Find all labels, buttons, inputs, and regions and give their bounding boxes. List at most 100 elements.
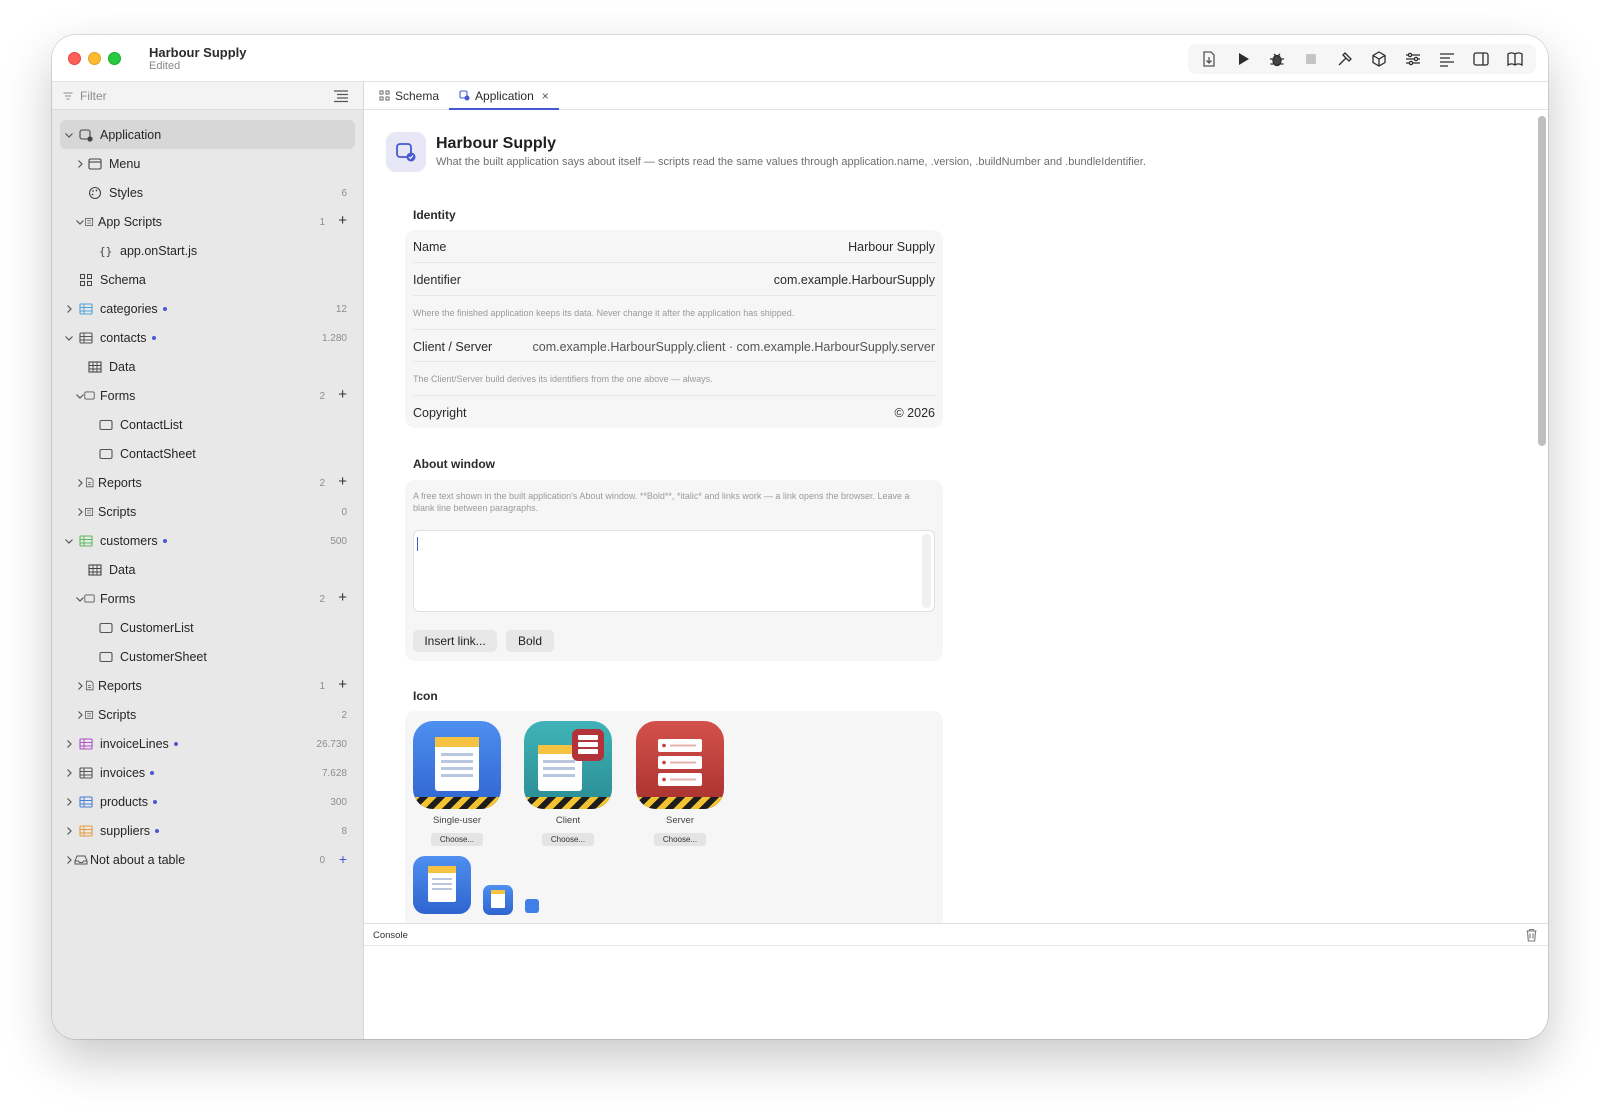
sidebar-item-data[interactable]: Data xyxy=(52,352,363,381)
package-button[interactable] xyxy=(1362,44,1396,74)
name-value[interactable]: Harbour Supply xyxy=(848,240,935,254)
chevron-down-icon[interactable] xyxy=(64,130,74,140)
sidebar-item-styles[interactable]: Styles 6 xyxy=(52,178,363,207)
chevron-down-icon[interactable] xyxy=(64,333,74,343)
insert-link-button[interactable]: Insert link... xyxy=(413,630,497,652)
sidebar-item-contacts[interactable]: contacts 1.280 xyxy=(52,323,363,352)
copyright-value[interactable]: © 2026 xyxy=(895,406,936,420)
add-button[interactable]: + xyxy=(339,852,347,866)
chevron-right-icon[interactable] xyxy=(64,304,74,314)
documentation-button[interactable] xyxy=(1498,44,1532,74)
debug-button[interactable] xyxy=(1260,44,1294,74)
icon-heading: Icon xyxy=(413,689,438,703)
single-user-choose-button[interactable]: Choose... xyxy=(431,833,483,846)
server-icon[interactable] xyxy=(636,721,724,809)
add-button[interactable]: + xyxy=(338,590,347,605)
sidebar-item-customers[interactable]: customers 500 xyxy=(52,526,363,555)
sidebar-item-scripts[interactable]: Scripts 0 xyxy=(52,497,363,526)
about-text-area[interactable] xyxy=(413,530,935,612)
sidebar-item-invoicelines[interactable]: invoiceLines 26.730 xyxy=(52,729,363,758)
add-button[interactable]: + xyxy=(338,677,347,692)
sidebar-item-customersheet[interactable]: CustomerSheet xyxy=(52,642,363,671)
chevron-right-icon[interactable] xyxy=(64,855,74,865)
chevron-right-icon[interactable] xyxy=(64,797,74,807)
sidebar-item-label: invoiceLines xyxy=(100,737,169,751)
sidebar-item-label-wrap: products xyxy=(100,795,157,809)
item-count: 2 xyxy=(319,594,325,605)
sidebar-item-app-onstart-js[interactable]: {} app.onStart.js xyxy=(52,236,363,265)
add-button[interactable]: + xyxy=(338,474,347,489)
sidebar-item-customerlist[interactable]: CustomerList xyxy=(52,613,363,642)
sidebar-item-suppliers[interactable]: suppliers 8 xyxy=(52,816,363,845)
format-button[interactable] xyxy=(1430,44,1464,74)
filter-options-icon[interactable] xyxy=(333,89,349,103)
sidebar-toggle-button[interactable] xyxy=(1464,44,1498,74)
identifier-value[interactable]: com.example.HarbourSupply xyxy=(774,273,935,287)
sidebar-item-data[interactable]: Data xyxy=(52,555,363,584)
sidebar-item-categories[interactable]: categories 12 xyxy=(52,294,363,323)
schema-icon xyxy=(379,90,390,101)
sidebar-item-not-about-a-table[interactable]: Not about a table 0 + xyxy=(52,845,363,874)
trash-icon[interactable] xyxy=(1525,928,1538,942)
chevron-down-icon[interactable] xyxy=(64,536,74,546)
sidebar-item-reports[interactable]: Reports 1 + xyxy=(52,671,363,700)
export-button[interactable] xyxy=(1192,44,1226,74)
zoom-window-button[interactable] xyxy=(108,52,121,65)
table-icon xyxy=(79,796,93,808)
single-user-icon[interactable] xyxy=(413,721,501,809)
sidebar-item-contactlist[interactable]: ContactList xyxy=(52,410,363,439)
filter-bar[interactable]: Filter xyxy=(52,82,363,110)
identifier-row[interactable]: Identifier com.example.HarbourSupply xyxy=(413,263,935,296)
sidebar-item-label: Menu xyxy=(109,157,141,171)
tab-close-button[interactable]: × xyxy=(542,89,549,103)
about-text-scrollbar[interactable] xyxy=(922,534,931,608)
build-button[interactable] xyxy=(1328,44,1362,74)
bold-button[interactable]: Bold xyxy=(506,630,554,652)
sidebar-item-invoices[interactable]: invoices 7.628 xyxy=(52,758,363,787)
chevron-right-icon[interactable] xyxy=(75,159,85,169)
client-server-note: The Client/Server build derives its iden… xyxy=(413,374,713,384)
tab-bar: Schema Application × xyxy=(364,82,1548,110)
chevron-right-icon[interactable] xyxy=(64,739,74,749)
server-choose-button[interactable]: Choose... xyxy=(654,833,706,846)
sidebar-item-application[interactable]: Application xyxy=(60,120,355,149)
sidebar-item-label: Styles xyxy=(109,186,144,200)
name-row[interactable]: Name Harbour Supply xyxy=(413,230,935,263)
sidebar-item-reports[interactable]: Reports 2 + xyxy=(52,468,363,497)
sidebar-item-forms[interactable]: Forms 2 + xyxy=(52,584,363,613)
filter-input[interactable]: Filter xyxy=(80,89,107,103)
hazard-stripe xyxy=(636,797,724,809)
sidebar-item-scripts[interactable]: Scripts 2 xyxy=(52,700,363,729)
add-button[interactable]: + xyxy=(338,387,347,402)
grid-icon xyxy=(88,564,102,576)
server-label: Server xyxy=(666,815,694,826)
content-scrollbar[interactable] xyxy=(1538,116,1546,446)
stop-button[interactable] xyxy=(1294,44,1328,74)
chevron-right-icon[interactable] xyxy=(64,768,74,778)
tab-schema-label: Schema xyxy=(395,88,440,103)
sidebar-item-schema[interactable]: Schema xyxy=(52,265,363,294)
settings-button[interactable] xyxy=(1396,44,1430,74)
item-count: 300 xyxy=(330,797,347,808)
tab-application[interactable]: Application × xyxy=(449,82,559,110)
stop-icon xyxy=(1306,54,1316,64)
grid-icon xyxy=(88,361,102,373)
close-window-button[interactable] xyxy=(68,52,81,65)
scripts-icon xyxy=(85,710,94,719)
minimize-window-button[interactable] xyxy=(88,52,101,65)
sidebar-item-app-scripts[interactable]: App Scripts 1 + xyxy=(52,207,363,236)
sidebar-item-forms[interactable]: Forms 2 + xyxy=(52,381,363,410)
sidebar-item-products[interactable]: products 300 xyxy=(52,787,363,816)
sidebar-item-menu[interactable]: Menu xyxy=(52,149,363,178)
copyright-row[interactable]: Copyright © 2026 xyxy=(413,395,935,428)
sidebar-item-label: App Scripts xyxy=(98,215,162,229)
run-button[interactable] xyxy=(1226,44,1260,74)
sidebar-item-label-wrap: suppliers xyxy=(100,824,160,838)
chevron-right-icon[interactable] xyxy=(64,826,74,836)
filter-icon xyxy=(63,91,73,100)
add-button[interactable]: + xyxy=(338,213,347,228)
tab-schema[interactable]: Schema xyxy=(369,82,449,109)
sidebar-item-contactsheet[interactable]: ContactSheet xyxy=(52,439,363,468)
client-choose-button[interactable]: Choose... xyxy=(542,833,594,846)
client-icon[interactable] xyxy=(524,721,612,809)
